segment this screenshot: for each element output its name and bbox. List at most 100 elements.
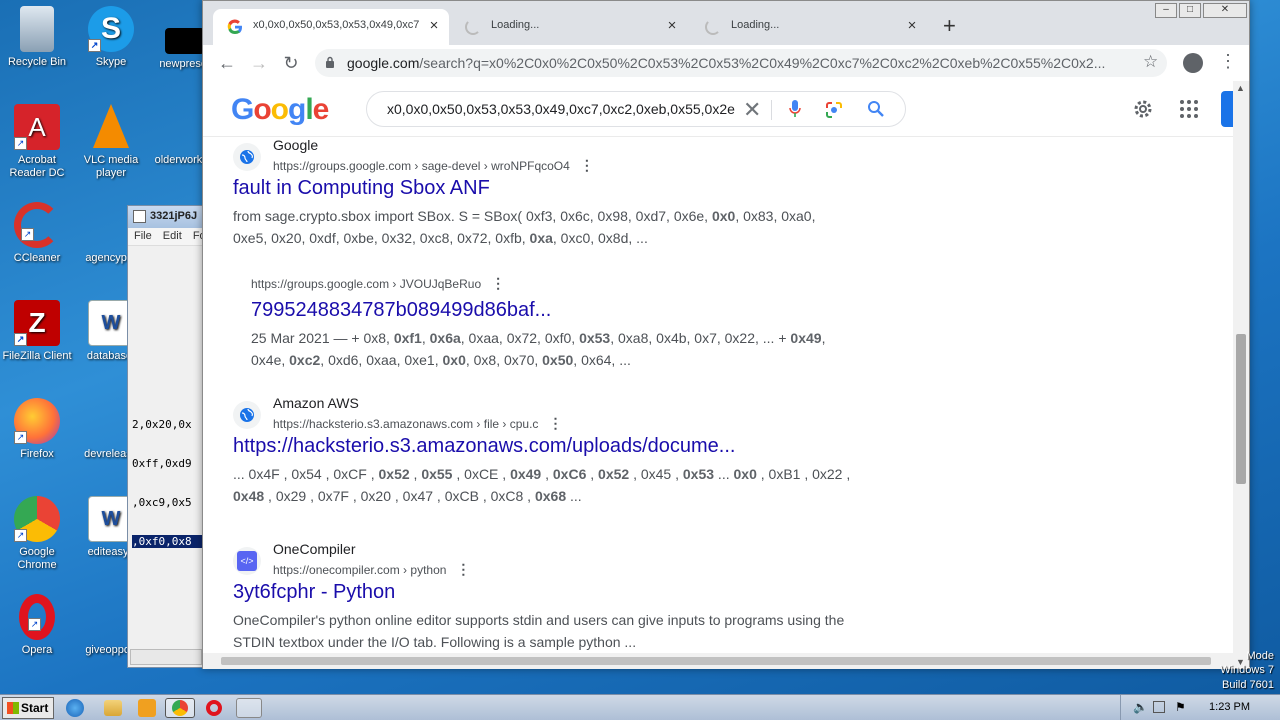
profile-avatar-icon[interactable] bbox=[1183, 53, 1203, 73]
windows-flag-icon bbox=[7, 702, 19, 714]
search-icon[interactable] bbox=[867, 100, 885, 118]
result-source[interactable]: Amazon AWS https://hacksterio.s3.amazona… bbox=[233, 395, 853, 433]
url-host: google.com bbox=[347, 55, 420, 71]
settings-gear-icon[interactable] bbox=[1131, 97, 1155, 121]
google-logo[interactable]: Google bbox=[231, 93, 329, 127]
tab-loading-1[interactable]: Loading... × bbox=[451, 9, 687, 45]
desktop-icon-vlc[interactable]: VLC media player bbox=[74, 104, 148, 180]
clock[interactable]: 1:23 PM bbox=[1209, 701, 1250, 713]
file-explorer-icon[interactable] bbox=[104, 700, 122, 716]
action-center-flag-icon[interactable]: ⚑ bbox=[1175, 700, 1186, 714]
notepad-selected-line: ,0xf0,0x8 bbox=[132, 535, 202, 548]
media-player-icon[interactable] bbox=[138, 699, 156, 717]
close-window-button[interactable]: ✕ bbox=[1203, 3, 1247, 18]
desktop-icon-opera[interactable]: ↗ Opera bbox=[0, 594, 74, 657]
result-more-options-icon[interactable]: ⋮ bbox=[491, 275, 505, 291]
notepad-horizontal-scrollbar[interactable] bbox=[130, 649, 202, 665]
google-logo-letter: o bbox=[253, 93, 271, 126]
opera-taskbar-icon[interactable] bbox=[206, 700, 222, 716]
minimize-button[interactable]: – bbox=[1155, 3, 1177, 18]
google-logo-letter: o bbox=[270, 93, 289, 126]
result-source[interactable]: </> OneCompiler https://onecompiler.com … bbox=[233, 541, 853, 579]
notepad-menu-edit[interactable]: Edit bbox=[163, 230, 182, 242]
firefox-icon: ↗ bbox=[14, 398, 60, 444]
desktop-icon-acrobat[interactable]: A ↗ Acrobat Reader DC bbox=[0, 104, 74, 180]
result-snippet: from sage.crypto.sbox import SBox. S = S… bbox=[233, 208, 816, 246]
google-header: Google x0,0x0,0x50,0x53,0x53,0x49,0xc7,0… bbox=[203, 81, 1249, 137]
file-icon bbox=[165, 28, 205, 54]
result-title-link[interactable]: 7995248834787b089499d86baf... bbox=[251, 297, 851, 323]
windows-mode-text: Mode bbox=[1246, 650, 1274, 662]
loading-spinner-icon bbox=[705, 19, 721, 35]
page-viewport[interactable]: Google x0,0x0,0x50,0x53,0x53,0x49,0xc7,0… bbox=[203, 81, 1249, 669]
tab-loading-2[interactable]: Loading... × bbox=[691, 9, 927, 45]
notepad-taskbar-icon[interactable] bbox=[236, 698, 262, 718]
lock-icon bbox=[326, 56, 334, 68]
google-lens-icon[interactable] bbox=[825, 101, 843, 119]
notepad-text-area[interactable]: 2,0x20,0x 0xff,0xd9 ,0xc9,0x5 ,0xf0,0x8 bbox=[132, 392, 202, 574]
back-arrow-icon[interactable]: ← bbox=[215, 53, 239, 73]
result-site-name: Amazon AWS bbox=[273, 395, 359, 411]
notepad-menu-file[interactable]: File bbox=[134, 230, 152, 242]
clear-search-icon[interactable]: ✕ bbox=[739, 97, 762, 123]
desktop-icon-filezilla[interactable]: Z ↗ FileZilla Client bbox=[0, 300, 74, 363]
desktop-icon-skype[interactable]: S ↗ Skype bbox=[74, 6, 148, 69]
result-url: https://onecompiler.com › python ⋮ bbox=[273, 561, 471, 577]
network-icon[interactable] bbox=[1153, 701, 1165, 713]
windows-version-text: Windows 7 bbox=[1220, 664, 1274, 676]
desktop-icon-ccleaner[interactable]: ↗ CCleaner bbox=[0, 202, 74, 265]
anyrun-watermark: ANY RUN bbox=[1040, 610, 1229, 654]
microphone-icon[interactable] bbox=[789, 100, 801, 118]
result-title-link[interactable]: https://hacksterio.s3.amazonaws.com/uplo… bbox=[233, 433, 853, 459]
notepad-line: ,0xc9,0x5 bbox=[132, 496, 192, 509]
reload-icon[interactable]: ↻ bbox=[279, 53, 303, 73]
result-url[interactable]: https://groups.google.com › JVOUJqBeRuo ⋮ bbox=[251, 275, 851, 295]
result-url: https://groups.google.com › sage-devel ›… bbox=[273, 157, 594, 173]
acrobat-icon: A ↗ bbox=[14, 104, 60, 150]
horizontal-scrollbar[interactable] bbox=[203, 653, 1233, 669]
tab-search-results[interactable]: x0,0x0,0x50,0x53,0x53,0x49,0xc7 × bbox=[213, 9, 449, 45]
apps-grid-icon[interactable] bbox=[1179, 99, 1199, 119]
result-more-options-icon[interactable]: ⋮ bbox=[580, 157, 594, 173]
desktop-icon-recycle-bin[interactable]: Recycle Bin bbox=[0, 6, 74, 69]
search-result: </> OneCompiler https://onecompiler.com … bbox=[233, 541, 853, 653]
result-more-options-icon[interactable]: ⋮ bbox=[456, 561, 470, 577]
desktop-icon-firefox[interactable]: ↗ Firefox bbox=[0, 398, 74, 461]
start-button[interactable]: Start bbox=[2, 697, 54, 719]
chrome-menu-icon[interactable]: ⋮ bbox=[1219, 51, 1237, 71]
volume-icon[interactable]: 🔈 bbox=[1133, 700, 1148, 714]
tab-title: Loading... bbox=[491, 19, 540, 31]
result-snippet: 25 Mar 2021 — + 0x8, 0xf1, 0x6a, 0xaa, 0… bbox=[251, 330, 826, 368]
search-sub-result: https://groups.google.com › JVOUJqBeRuo ⋮… bbox=[251, 275, 851, 371]
scrollbar-thumb[interactable] bbox=[1236, 334, 1246, 484]
tab-strip: x0,0x0,0x50,0x53,0x53,0x49,0xc7 × Loadin… bbox=[203, 1, 1249, 45]
new-tab-plus-icon[interactable]: + bbox=[943, 15, 956, 37]
vertical-scrollbar[interactable]: ▲ ▼ bbox=[1233, 81, 1249, 669]
internet-explorer-icon[interactable] bbox=[66, 699, 84, 717]
scrollbar-thumb[interactable] bbox=[221, 657, 1211, 665]
tab-title: x0,0x0,0x50,0x53,0x53,0x49,0xc7 bbox=[253, 19, 420, 31]
maximize-button[interactable]: □ bbox=[1179, 3, 1201, 18]
google-logo-letter: G bbox=[231, 93, 254, 126]
desktop-icon-chrome[interactable]: ↗ Google Chrome bbox=[0, 496, 74, 572]
result-title-link[interactable]: 3yt6fcphr - Python bbox=[233, 579, 853, 605]
chrome-window[interactable]: x0,0x0,0x50,0x53,0x53,0x49,0xc7 × Loadin… bbox=[202, 0, 1250, 669]
scroll-up-arrow-icon[interactable]: ▲ bbox=[1236, 83, 1245, 93]
tab-close-icon[interactable]: × bbox=[663, 17, 681, 34]
filezilla-icon: Z ↗ bbox=[14, 300, 60, 346]
forward-arrow-icon[interactable]: → bbox=[247, 53, 271, 73]
tab-close-icon[interactable]: × bbox=[903, 17, 921, 34]
tab-close-icon[interactable]: × bbox=[425, 17, 443, 34]
skype-icon: S ↗ bbox=[88, 6, 134, 52]
search-result: Amazon AWS https://hacksterio.s3.amazona… bbox=[233, 395, 853, 507]
address-bar[interactable]: google.com/search?q=x0%2C0x0%2C0x50%2C0x… bbox=[315, 49, 1167, 77]
search-divider bbox=[771, 100, 772, 120]
result-more-options-icon[interactable]: ⋮ bbox=[548, 415, 562, 431]
result-title-link[interactable]: fault in Computing Sbox ANF bbox=[233, 175, 853, 201]
bookmark-star-icon[interactable]: ☆ bbox=[1143, 52, 1158, 72]
result-source[interactable]: Google https://groups.google.com › sage-… bbox=[233, 137, 853, 175]
google-logo-letter: l bbox=[305, 93, 313, 126]
search-box[interactable]: x0,0x0,0x50,0x53,0x53,0x49,0xc7,0xc2,0xe… bbox=[366, 91, 906, 127]
result-url: https://hacksterio.s3.amazonaws.com › fi… bbox=[273, 415, 563, 431]
notepad-line: 2,0x20,0x bbox=[132, 418, 192, 431]
